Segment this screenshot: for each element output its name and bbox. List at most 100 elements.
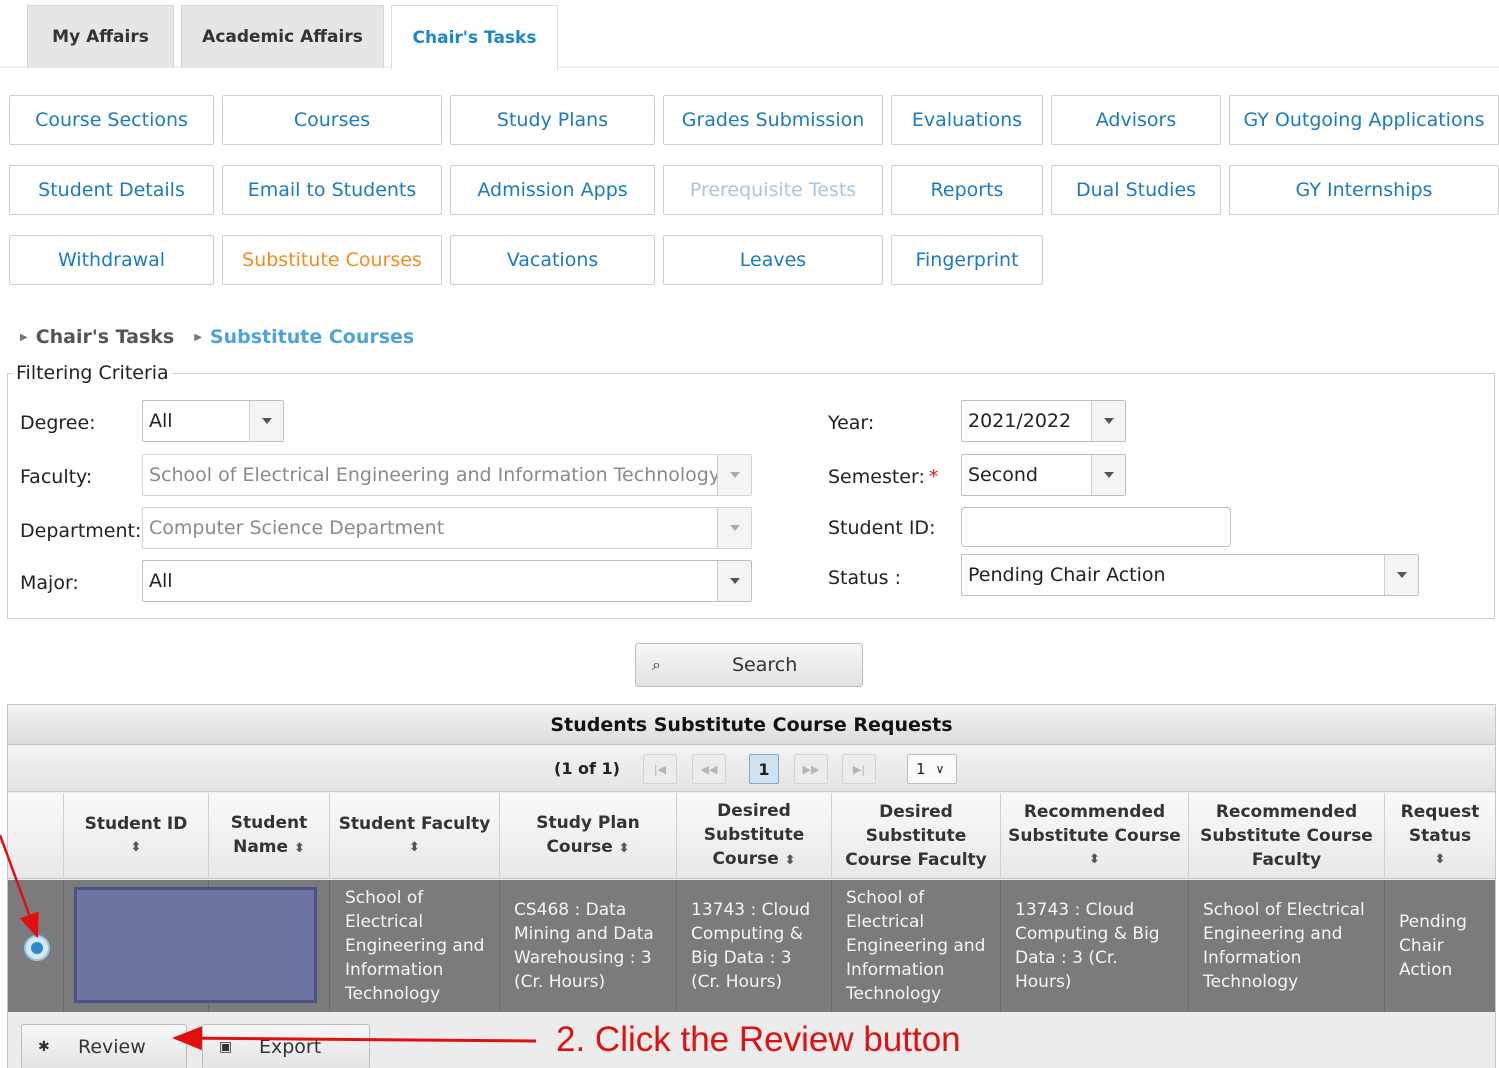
sort-icon: ⬍	[293, 841, 305, 856]
filter-legend: Filtering Criteria	[13, 362, 172, 384]
nav-course-sections[interactable]: Course Sections	[9, 95, 214, 145]
top-tab-bar: My Affairs Academic Affairs Chair's Task…	[0, 0, 1499, 70]
table-row[interactable]: School of Electrical Engineering and Inf…	[8, 880, 1495, 1012]
caret-right-icon: ▶	[194, 331, 202, 343]
breadcrumb-parent[interactable]: Chair's Tasks	[36, 326, 175, 348]
year-select[interactable]: 2021/2022	[961, 400, 1126, 442]
header-label: Student Faculty	[338, 814, 491, 834]
nav-gy-outgoing-applications[interactable]: GY Outgoing Applications	[1229, 95, 1499, 145]
page-number-current[interactable]: 1	[749, 754, 779, 784]
nav-reports[interactable]: Reports	[891, 165, 1043, 215]
breadcrumb-current: Substitute Courses	[209, 326, 415, 348]
nav-study-plans[interactable]: Study Plans	[450, 95, 655, 145]
gear-icon: ✱	[38, 1039, 50, 1055]
major-label: Major:	[20, 572, 79, 594]
semester-label: Semester: *	[828, 466, 938, 488]
nav-email-to-students[interactable]: Email to Students	[222, 165, 442, 215]
search-button[interactable]: ⌕ Search	[635, 643, 863, 687]
review-button[interactable]: ✱ Review	[21, 1024, 187, 1068]
chevron-down-icon	[1091, 401, 1125, 441]
chevron-down-icon	[1091, 455, 1125, 495]
cell-desired-faculty: School of Electrical Engineering and Inf…	[832, 880, 1001, 1012]
sort-icon: ⬍	[1434, 852, 1446, 867]
header-label-line3: Course Faculty	[845, 850, 987, 870]
export-button[interactable]: ▣ Export	[202, 1024, 370, 1068]
header-desired-substitute-course[interactable]: Desired Substitute Course ⬍	[677, 793, 832, 879]
header-student-faculty[interactable]: Student Faculty ⬍	[330, 793, 500, 879]
faculty-select[interactable]: School of Electrical Engineering and Inf…	[142, 454, 752, 496]
rows-per-page-select[interactable]: 1 ∨	[907, 754, 957, 784]
nav-grades-submission[interactable]: Grades Submission	[663, 95, 883, 145]
breadcrumb: ▶ Chair's Tasks ▶ Substitute Courses	[20, 325, 434, 349]
semester-value: Second	[968, 464, 1038, 486]
department-value: Computer Science Department	[149, 517, 445, 539]
status-select[interactable]: Pending Chair Action	[961, 554, 1419, 596]
header-student-id[interactable]: Student ID ⬍	[64, 793, 209, 879]
header-label: Desired	[717, 801, 791, 821]
header-label: Request	[1400, 802, 1480, 822]
semester-label-text: Semester:	[828, 466, 925, 488]
nav-evaluations[interactable]: Evaluations	[891, 95, 1043, 145]
nav-advisors[interactable]: Advisors	[1051, 95, 1221, 145]
required-asterisk: *	[928, 466, 939, 488]
degree-label: Degree:	[20, 412, 96, 434]
row-radio-button[interactable]	[24, 935, 50, 961]
nav-withdrawal[interactable]: Withdrawal	[9, 235, 214, 285]
year-value: 2021/2022	[968, 410, 1072, 432]
header-label-line2: Name ⬍	[233, 837, 305, 857]
header-label: Recommended	[1023, 802, 1166, 822]
nav-dual-studies[interactable]: Dual Studies	[1051, 165, 1221, 215]
header-request-status[interactable]: Request Status ⬍	[1385, 793, 1495, 879]
chevron-down-icon	[717, 455, 751, 495]
nav-student-details[interactable]: Student Details	[9, 165, 214, 215]
chevron-down-icon: ∨	[935, 762, 945, 776]
header-label-line2: Course ⬍	[546, 837, 630, 857]
next-page-icon[interactable]: ▶▶	[794, 754, 828, 784]
status-value: Pending Chair Action	[968, 564, 1166, 586]
tab-my-affairs[interactable]: My Affairs	[27, 5, 174, 68]
student-id-input[interactable]	[961, 507, 1231, 547]
nav-prerequisite-tests[interactable]: Prerequisite Tests	[663, 165, 883, 215]
prev-page-icon[interactable]: ◀◀	[692, 754, 726, 784]
cell-study-plan-course: CS468 : Data Mining and Data Warehousing…	[500, 880, 677, 1012]
header-study-plan-course[interactable]: Study Plan Course ⬍	[500, 793, 677, 879]
degree-select[interactable]: All	[142, 400, 284, 442]
table-title: Students Substitute Course Requests	[8, 705, 1495, 745]
rows-per-page-value: 1	[916, 760, 926, 778]
nav-substitute-courses[interactable]: Substitute Courses	[222, 235, 442, 285]
nav-gy-internships[interactable]: GY Internships	[1229, 165, 1499, 215]
nav-courses[interactable]: Courses	[222, 95, 442, 145]
department-select[interactable]: Computer Science Department	[142, 507, 752, 549]
header-recommended-substitute-course[interactable]: Recommended Substitute Course ⬍	[1001, 793, 1189, 879]
nav-admission-apps[interactable]: Admission Apps	[450, 165, 655, 215]
chevron-down-icon	[1384, 555, 1418, 595]
header-label-line2: Substitute	[703, 825, 805, 845]
header-student-name[interactable]: Student Name ⬍	[209, 793, 330, 879]
nav-vacations[interactable]: Vacations	[450, 235, 655, 285]
header-label-line2: Substitute Course	[1200, 826, 1373, 846]
header-desired-substitute-course-faculty: Desired Substitute Course Faculty	[832, 793, 1001, 879]
degree-value: All	[149, 410, 173, 432]
student-id-label: Student ID:	[828, 517, 936, 539]
sort-icon: ⬍	[409, 840, 420, 855]
tab-academic-affairs[interactable]: Academic Affairs	[181, 5, 384, 68]
status-label: Status :	[828, 567, 901, 589]
major-select[interactable]: All	[142, 560, 752, 602]
search-icon: ⌕	[652, 655, 661, 674]
save-icon: ▣	[219, 1039, 233, 1055]
row-select-cell	[8, 880, 64, 1012]
first-page-icon[interactable]: |◀	[643, 754, 677, 784]
requests-table-panel: Students Substitute Course Requests (1 o…	[7, 704, 1496, 1068]
nav-leaves[interactable]: Leaves	[663, 235, 883, 285]
annotation-text: 2. Click the Review button	[556, 1020, 961, 1059]
header-label-line3: Course ⬍	[712, 849, 796, 869]
last-page-icon[interactable]: ▶|	[842, 754, 876, 784]
department-label: Department:	[20, 520, 142, 542]
page-info: (1 of 1)	[554, 759, 620, 778]
sort-icon: ⬍	[784, 853, 796, 868]
nav-fingerprint[interactable]: Fingerprint	[891, 235, 1043, 285]
tab-chairs-tasks[interactable]: Chair's Tasks	[391, 5, 558, 70]
header-label: Student	[230, 813, 308, 833]
semester-select[interactable]: Second	[961, 454, 1126, 496]
export-button-label: Export	[259, 1036, 322, 1058]
